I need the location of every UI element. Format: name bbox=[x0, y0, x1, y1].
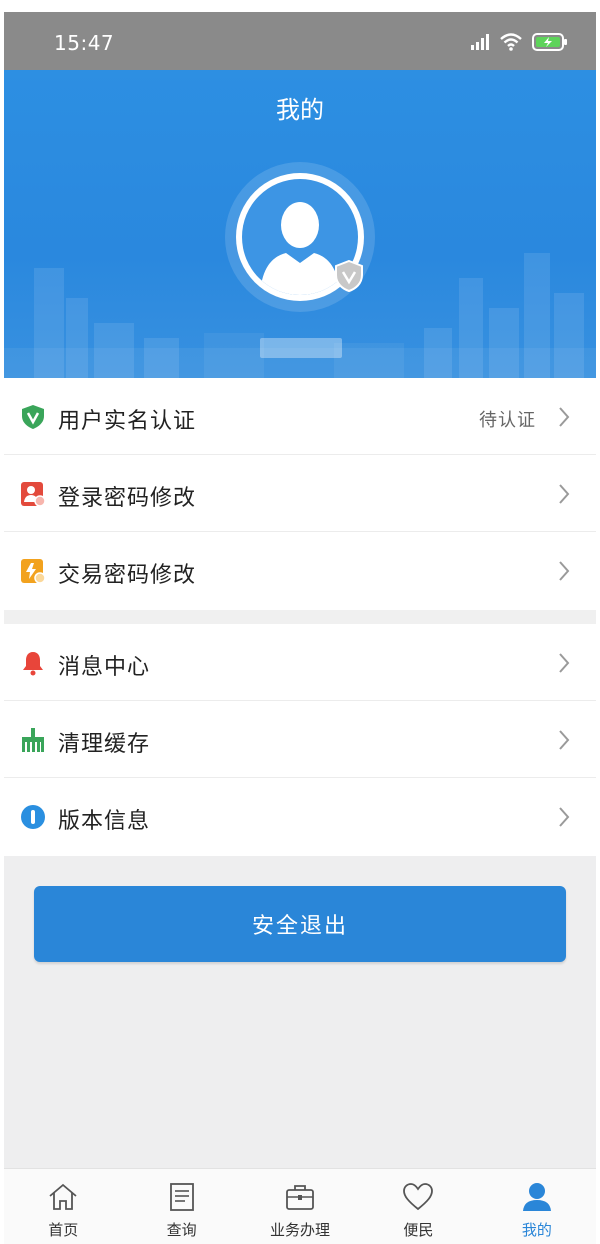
tab-convenience[interactable]: 便民 bbox=[359, 1169, 477, 1244]
tab-label: 查询 bbox=[166, 1221, 197, 1239]
chevron-right-icon bbox=[559, 561, 570, 581]
document-icon bbox=[169, 1183, 194, 1211]
chevron-right-icon bbox=[559, 807, 570, 827]
verified-shield-icon bbox=[335, 260, 363, 292]
tab-home[interactable]: 首页 bbox=[4, 1169, 122, 1244]
username-masked bbox=[260, 338, 342, 358]
menu-label: 版本信息 bbox=[58, 809, 151, 834]
menu-label: 消息中心 bbox=[58, 655, 151, 680]
wifi-icon bbox=[500, 33, 522, 51]
chevron-right-icon bbox=[559, 730, 570, 750]
section-divider bbox=[4, 610, 596, 624]
menu-label: 交易密码修改 bbox=[58, 563, 197, 588]
bell-icon bbox=[23, 652, 43, 676]
status-time: 15:47 bbox=[54, 31, 115, 55]
menu-item-trade-password[interactable]: 交易密码修改 bbox=[4, 532, 596, 609]
info-icon bbox=[21, 805, 45, 829]
logout-button[interactable]: 安全退出 bbox=[34, 886, 566, 962]
chevron-right-icon bbox=[559, 653, 570, 673]
status-bar: 15:47 bbox=[4, 12, 596, 70]
menu-item-message-center[interactable]: 消息中心 bbox=[4, 624, 596, 701]
status-icons bbox=[470, 32, 568, 52]
tab-label: 我的 bbox=[521, 1221, 552, 1239]
chevron-right-icon bbox=[559, 407, 570, 427]
account-menu-group: 用户实名认证 待认证 登录密码修改 交易密码修改 bbox=[4, 378, 596, 610]
chevron-right-icon bbox=[559, 484, 570, 504]
tab-label: 业务办理 bbox=[270, 1221, 331, 1239]
menu-label: 登录密码修改 bbox=[58, 486, 197, 511]
heart-icon bbox=[403, 1183, 434, 1211]
verification-status: 待认证 bbox=[479, 410, 536, 431]
tab-label: 便民 bbox=[403, 1221, 434, 1239]
tab-query[interactable]: 查询 bbox=[122, 1169, 240, 1244]
briefcase-icon bbox=[286, 1185, 314, 1210]
menu-label: 用户实名认证 bbox=[58, 409, 197, 434]
tab-business[interactable]: 业务办理 bbox=[241, 1169, 359, 1244]
menu-item-login-password[interactable]: 登录密码修改 bbox=[4, 455, 596, 532]
menu-item-real-name-verification[interactable]: 用户实名认证 待认证 bbox=[4, 378, 596, 455]
phone-screen: 15:47 我的 用户实名认证 待认证 登录密码修改 交易密码修改 消息中心 清… bbox=[0, 0, 600, 1244]
page-title: 我的 bbox=[276, 96, 324, 124]
signal-icon bbox=[471, 34, 489, 50]
tab-label: 首页 bbox=[48, 1221, 79, 1239]
tab-mine[interactable]: 我的 bbox=[478, 1169, 596, 1244]
bottom-tab-bar: 首页 查询 业务办理 便民 我的 bbox=[4, 1168, 596, 1244]
user-icon bbox=[522, 1183, 551, 1211]
login-password-icon bbox=[21, 482, 46, 507]
shield-v-icon bbox=[22, 405, 44, 429]
broom-icon bbox=[22, 728, 44, 752]
app-menu-group: 消息中心 清理缓存 版本信息 bbox=[4, 624, 596, 856]
menu-item-clear-cache[interactable]: 清理缓存 bbox=[4, 701, 596, 778]
home-icon bbox=[49, 1183, 77, 1210]
profile-header: 我的 bbox=[4, 70, 596, 378]
trade-password-icon bbox=[21, 559, 46, 584]
battery-icon bbox=[532, 33, 567, 51]
menu-label: 清理缓存 bbox=[58, 732, 151, 757]
menu-item-version-info[interactable]: 版本信息 bbox=[4, 778, 596, 855]
